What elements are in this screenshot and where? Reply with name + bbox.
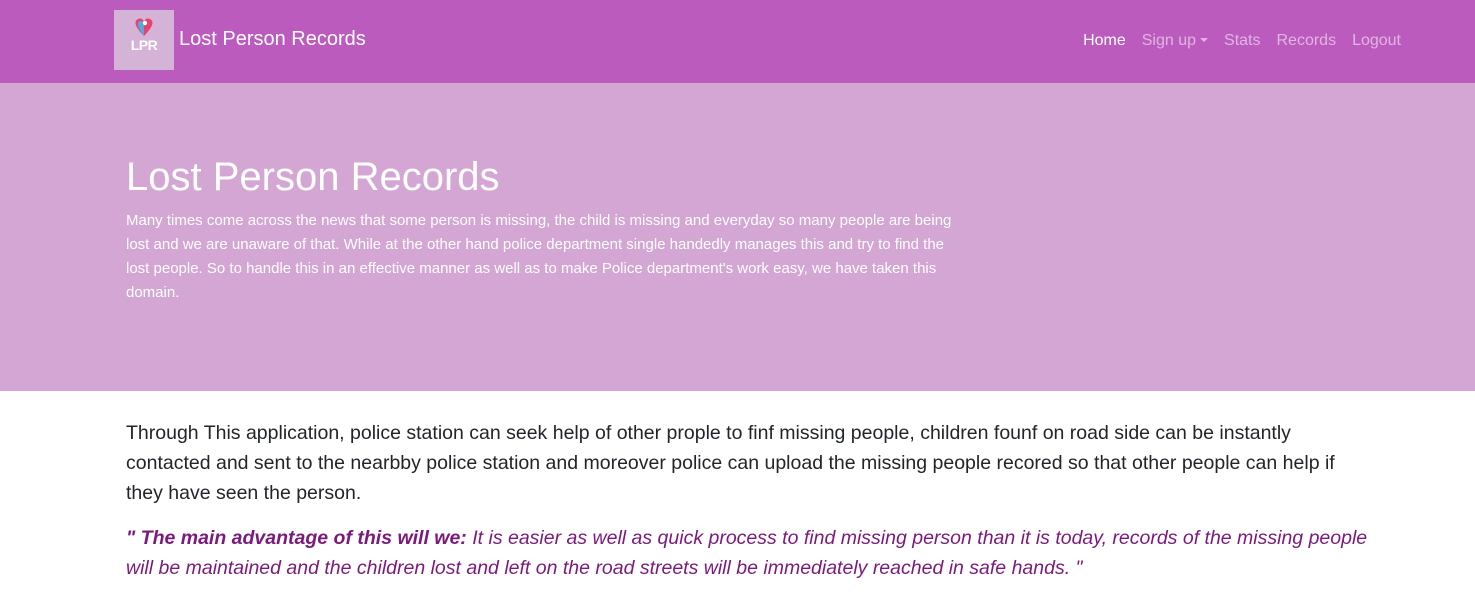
advantage-quote: " The main advantage of this will we: It… <box>126 523 1376 583</box>
jumbotron-description: Many times come across the news that som… <box>126 212 952 301</box>
nav-signup-dropdown[interactable]: Sign up <box>1141 32 1209 50</box>
navbar: LPR Lost Person Records Home Sign up Sta… <box>0 0 1475 83</box>
logo: LPR <box>114 10 174 70</box>
quote-lead: " The main advantage of this will we: <box>126 527 467 549</box>
intro-paragraph: Through This application, police station… <box>126 422 1335 504</box>
nav-links: Home Sign up Stats Records Logout <box>1083 32 1401 50</box>
nav-records[interactable]: Records <box>1276 32 1336 50</box>
jumbotron: Lost Person Records Many times come acro… <box>0 83 1475 391</box>
nav-signup-label: Sign up <box>1141 32 1197 49</box>
jumbotron-title: Lost Person Records <box>126 155 500 199</box>
brand-link[interactable]: LPR Lost Person Records <box>114 10 366 70</box>
logo-text: LPR <box>130 37 158 53</box>
brand-name: Lost Person Records <box>179 28 366 50</box>
caret-down-icon <box>1200 38 1209 42</box>
nav-logout[interactable]: Logout <box>1352 32 1401 50</box>
nav-home[interactable]: Home <box>1083 32 1126 50</box>
nav-stats[interactable]: Stats <box>1224 32 1260 50</box>
